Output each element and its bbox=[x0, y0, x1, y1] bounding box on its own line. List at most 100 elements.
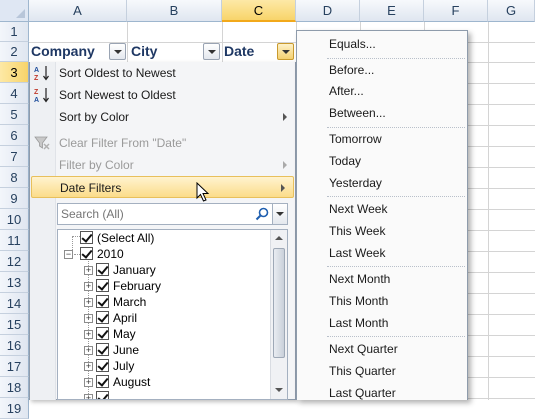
after-item[interactable]: After... bbox=[297, 80, 467, 102]
mouse-pointer-icon bbox=[196, 182, 210, 202]
grid-line bbox=[488, 22, 489, 400]
sort-by-color-item[interactable]: Sort by Color bbox=[30, 106, 295, 128]
last-month-item[interactable]: Last Month bbox=[297, 312, 467, 334]
scrollbar-thumb[interactable] bbox=[273, 248, 285, 358]
checkbox-checked[interactable] bbox=[96, 327, 109, 340]
today-item[interactable]: Today bbox=[297, 150, 467, 172]
company-filter-dropdown-button[interactable] bbox=[109, 43, 126, 60]
checkbox-checked[interactable] bbox=[80, 231, 93, 244]
scroll-up-arrow-icon[interactable] bbox=[273, 233, 285, 245]
column-header-e[interactable]: E bbox=[360, 0, 424, 22]
row-header[interactable]: 1 bbox=[0, 22, 29, 42]
expand-toggle-icon[interactable]: + bbox=[84, 282, 93, 291]
clear-filter-item[interactable]: Clear Filter From "Date" bbox=[30, 132, 295, 154]
sort-a-to-z-icon: A Z bbox=[34, 66, 49, 82]
row-header[interactable]: 9 bbox=[0, 188, 29, 209]
expand-toggle-icon[interactable]: + bbox=[84, 362, 93, 371]
row-header[interactable]: 10 bbox=[0, 209, 29, 230]
submenu-arrow-icon bbox=[281, 184, 285, 192]
row-header[interactable]: 13 bbox=[0, 272, 29, 293]
date-filters-item[interactable]: Date Filters bbox=[31, 176, 294, 198]
last-quarter-item[interactable]: Last Quarter bbox=[297, 382, 467, 404]
checkbox-checked[interactable] bbox=[96, 263, 109, 276]
search-dropdown-button[interactable] bbox=[272, 204, 287, 224]
select-all-corner[interactable] bbox=[0, 0, 29, 22]
expand-toggle-icon[interactable]: + bbox=[84, 314, 93, 323]
row-header[interactable]: 19 bbox=[0, 398, 29, 419]
column-header-g[interactable]: G bbox=[488, 0, 535, 22]
row-header[interactable]: 2 bbox=[0, 42, 29, 62]
sort-newest-label: Sort Newest to Oldest bbox=[59, 88, 176, 102]
svg-text:A: A bbox=[34, 67, 39, 74]
next-quarter-item[interactable]: Next Quarter bbox=[297, 338, 467, 360]
row-header[interactable]: 14 bbox=[0, 293, 29, 314]
next-month-item[interactable]: Next Month bbox=[297, 268, 467, 290]
expand-toggle-icon[interactable]: + bbox=[84, 346, 93, 355]
row-header[interactable]: 15 bbox=[0, 314, 29, 335]
column-header-a[interactable]: A bbox=[29, 0, 127, 22]
checkbox-checked[interactable] bbox=[96, 359, 109, 372]
checkbox-checked[interactable] bbox=[96, 343, 109, 356]
row-header[interactable]: 7 bbox=[0, 146, 29, 167]
magnifier-icon[interactable] bbox=[255, 207, 269, 221]
clear-filter-label: Clear Filter From "Date" bbox=[59, 136, 187, 150]
city-filter-dropdown-button[interactable] bbox=[203, 43, 220, 60]
checkbox-checked[interactable] bbox=[96, 391, 109, 399]
sort-oldest-to-newest-item[interactable]: A Z Sort Oldest to Newest bbox=[30, 62, 295, 84]
header-cell-city[interactable]: City bbox=[131, 41, 157, 62]
tree-scrollbar[interactable] bbox=[270, 230, 287, 399]
filter-by-color-item[interactable]: Filter by Color bbox=[30, 154, 295, 176]
filter-search-box[interactable] bbox=[57, 203, 288, 225]
header-cell-date[interactable]: Date bbox=[224, 41, 254, 62]
column-header-c[interactable]: C bbox=[222, 0, 296, 22]
sort-z-to-a-icon: Z A bbox=[34, 88, 49, 104]
tree-item-label: April bbox=[113, 311, 138, 325]
tree-item-label: March bbox=[113, 295, 147, 309]
row-header[interactable]: 6 bbox=[0, 125, 29, 146]
scroll-down-arrow-icon[interactable] bbox=[273, 384, 285, 396]
this-quarter-item[interactable]: This Quarter bbox=[297, 360, 467, 382]
column-header-d[interactable]: D bbox=[296, 0, 360, 22]
tomorrow-item[interactable]: Tomorrow bbox=[297, 128, 467, 150]
tree-item-label: June bbox=[113, 343, 140, 357]
equals-item[interactable]: Equals... bbox=[297, 33, 467, 55]
expand-toggle-icon[interactable]: + bbox=[84, 298, 93, 307]
tree-item-label: July bbox=[113, 359, 135, 373]
expand-toggle-icon[interactable]: + bbox=[84, 330, 93, 339]
next-week-item[interactable]: Next Week bbox=[297, 198, 467, 220]
checkbox-checked[interactable] bbox=[96, 295, 109, 308]
checkbox-checked[interactable] bbox=[96, 311, 109, 324]
menu-separator bbox=[327, 196, 465, 197]
between-item[interactable]: Between... bbox=[297, 102, 467, 124]
date-filter-dropdown-button[interactable] bbox=[277, 43, 294, 60]
sort-newest-to-oldest-item[interactable]: Z A Sort Newest to Oldest bbox=[30, 84, 295, 106]
row-header[interactable]: 8 bbox=[0, 167, 29, 188]
this-month-item[interactable]: This Month bbox=[297, 290, 467, 312]
row-header[interactable]: 17 bbox=[0, 356, 29, 377]
expand-toggle-icon[interactable]: + bbox=[84, 378, 93, 387]
before-item[interactable]: Before... bbox=[297, 59, 467, 81]
checkbox-checked[interactable] bbox=[80, 247, 93, 260]
row-header[interactable]: 18 bbox=[0, 377, 29, 398]
column-header-f[interactable]: F bbox=[424, 0, 488, 22]
last-week-item[interactable]: Last Week bbox=[297, 242, 467, 264]
this-week-item[interactable]: This Week bbox=[297, 220, 467, 242]
checkbox-checked[interactable] bbox=[96, 279, 109, 292]
row-header[interactable]: 4 bbox=[0, 83, 29, 104]
yesterday-item[interactable]: Yesterday bbox=[297, 172, 467, 194]
clear-filter-icon bbox=[34, 136, 50, 150]
row-header[interactable]: 3 bbox=[0, 62, 29, 83]
checkbox-checked[interactable] bbox=[96, 375, 109, 388]
column-header-b[interactable]: B bbox=[127, 0, 222, 22]
tree-item-label: (Select All) bbox=[97, 231, 155, 245]
filter-search-input[interactable] bbox=[58, 204, 254, 224]
sort-by-color-label: Sort by Color bbox=[59, 110, 130, 124]
expand-toggle-icon[interactable]: + bbox=[84, 394, 93, 399]
row-header[interactable]: 16 bbox=[0, 335, 29, 356]
row-header[interactable]: 5 bbox=[0, 104, 29, 125]
row-header[interactable]: 12 bbox=[0, 251, 29, 272]
expand-toggle-icon[interactable]: + bbox=[84, 266, 93, 275]
row-header[interactable]: 11 bbox=[0, 230, 29, 251]
collapse-toggle-icon[interactable]: − bbox=[64, 250, 73, 259]
header-cell-company[interactable]: Company bbox=[31, 41, 95, 62]
